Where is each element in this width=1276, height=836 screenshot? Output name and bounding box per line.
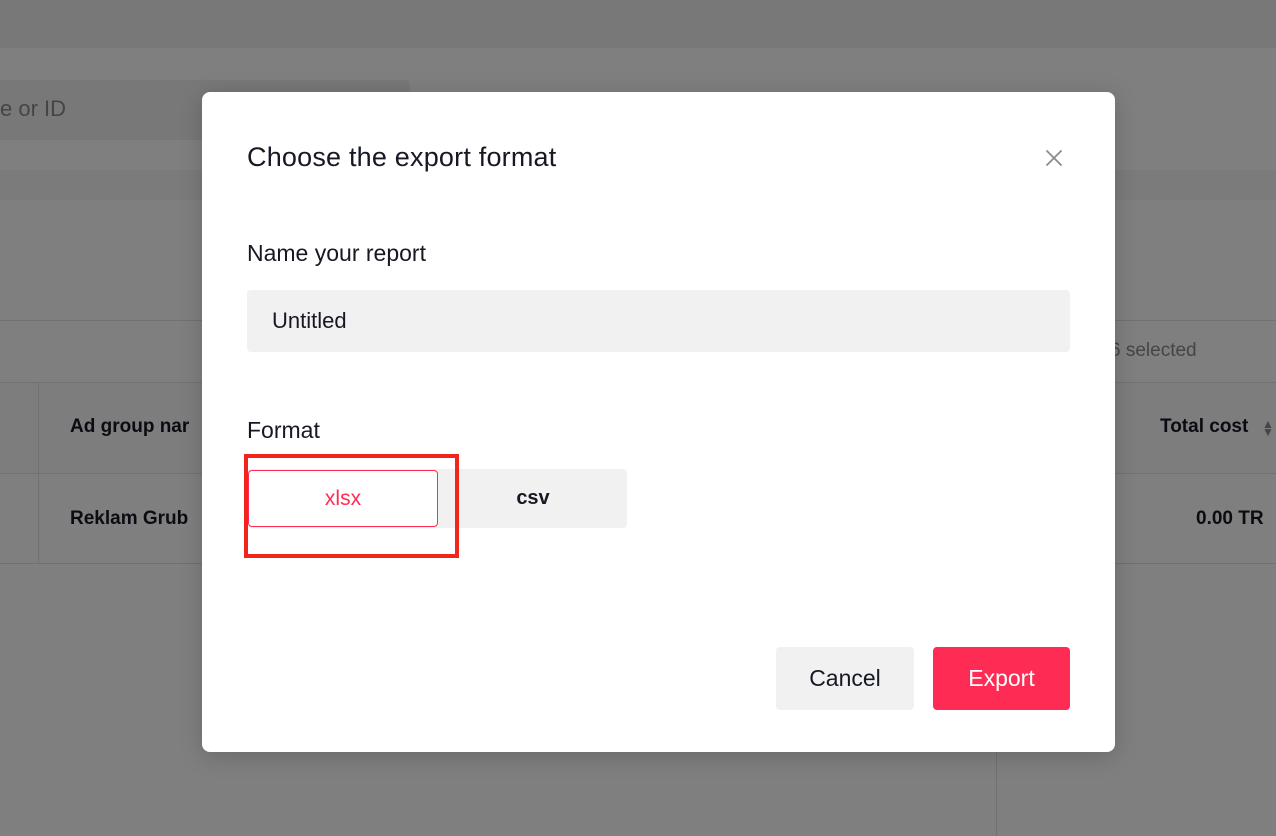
format-label: Format (247, 417, 320, 443)
close-button[interactable] (1040, 144, 1068, 172)
dialog-title: Choose the export format (247, 142, 557, 172)
report-name-label: Name your report (247, 240, 426, 266)
format-selector: xlsx csv (247, 469, 627, 528)
report-name-input[interactable] (247, 290, 1070, 352)
export-dialog: Choose the export format Name your repor… (202, 92, 1115, 752)
cancel-button[interactable]: Cancel (776, 647, 914, 710)
format-option-csv[interactable]: csv (439, 469, 627, 528)
close-icon (1046, 150, 1062, 166)
format-option-xlsx[interactable]: xlsx (248, 470, 438, 527)
export-button[interactable]: Export (933, 647, 1070, 710)
